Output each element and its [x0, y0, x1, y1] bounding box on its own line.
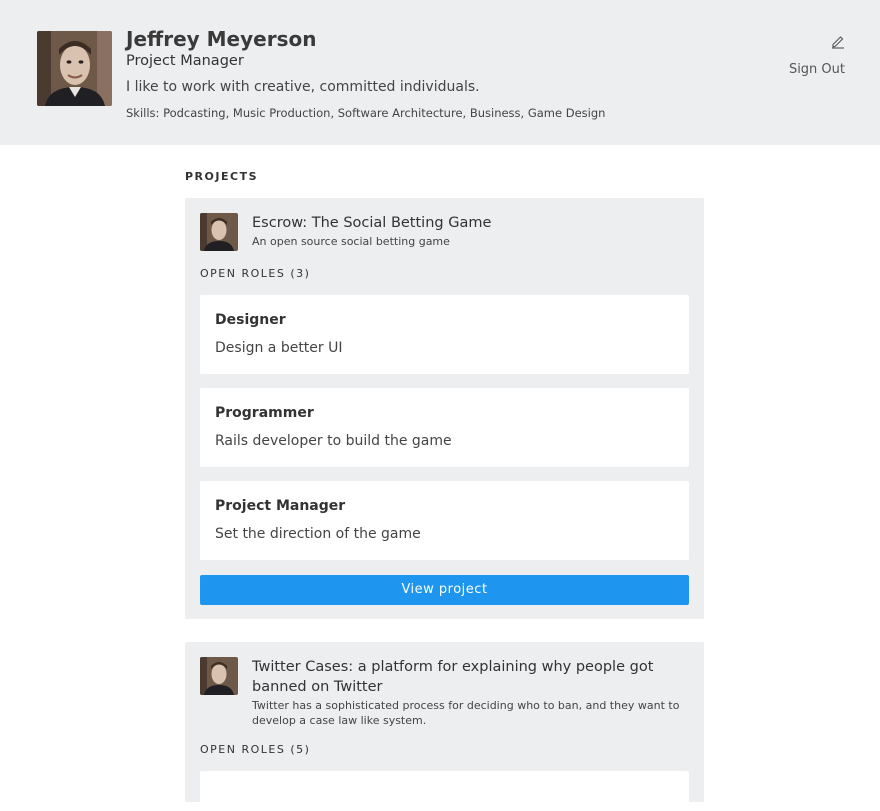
project-description: An open source social betting game — [252, 235, 450, 248]
role-card-programmer[interactable]: Programmer Rails developer to build the … — [200, 388, 689, 467]
profile-header: Jeffrey Meyerson Project Manager I like … — [0, 0, 880, 145]
profile-skills: Skills: Podcasting, Music Production, So… — [126, 106, 606, 120]
project-card: Twitter Cases: a platform for explaining… — [185, 642, 704, 811]
role-name: Project Manager — [215, 498, 346, 514]
avatar — [37, 31, 112, 106]
project-title[interactable]: Escrow: The Social Betting Game — [252, 213, 491, 233]
role-card-designer[interactable]: Designer Design a better UI — [200, 295, 689, 374]
project-card: Escrow: The Social Betting Game An open … — [185, 198, 704, 619]
role-card[interactable] — [200, 771, 689, 811]
avatar-photo — [37, 31, 112, 106]
projects-heading: PROJECTS — [185, 170, 258, 183]
role-name: Designer — [215, 312, 286, 328]
role-card-project-manager[interactable]: Project Manager Set the direction of the… — [200, 481, 689, 560]
role-description: Rails developer to build the game — [215, 433, 452, 449]
open-roles-heading: OPEN ROLES (5) — [200, 743, 311, 756]
pencil-icon[interactable] — [830, 33, 846, 49]
role-description: Set the direction of the game — [215, 526, 421, 542]
role-name: Programmer — [215, 405, 314, 421]
view-project-button[interactable]: View project — [200, 575, 689, 605]
project-description: Twitter has a sophisticated process for … — [252, 699, 680, 727]
project-title[interactable]: Twitter Cases: a platform for explaining… — [252, 657, 682, 697]
project-avatar — [200, 213, 238, 251]
open-roles-heading: OPEN ROLES (3) — [200, 267, 311, 280]
project-avatar — [200, 657, 238, 695]
profile-name: Jeffrey Meyerson — [126, 27, 317, 51]
profile-title: Project Manager — [126, 53, 244, 69]
sign-out-link[interactable]: Sign Out — [789, 62, 845, 77]
profile-bio: I like to work with creative, committed … — [126, 79, 480, 95]
role-description: Design a better UI — [215, 340, 343, 356]
